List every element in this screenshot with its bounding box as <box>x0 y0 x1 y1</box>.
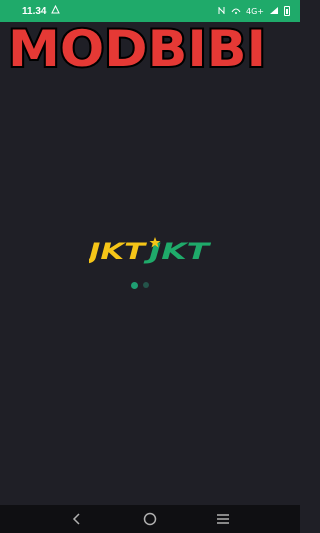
app-logo: JKT JKT <box>89 235 211 265</box>
loading-dot-active <box>131 281 138 289</box>
loading-dot-inactive <box>143 282 149 288</box>
back-button[interactable] <box>65 509 89 529</box>
watermark-logo-image: MODBIBI <box>6 18 268 80</box>
back-icon <box>72 513 80 525</box>
watermark-logo: MODBIBI <box>4 14 274 84</box>
home-button[interactable] <box>138 509 162 529</box>
battery-icon <box>284 6 290 16</box>
navigation-bar <box>0 505 300 533</box>
recents-button[interactable] <box>211 509 235 529</box>
watermark-text: MODBIBI <box>8 20 266 78</box>
logo-text-left: JKT <box>89 240 148 265</box>
loading-indicator <box>131 279 155 291</box>
home-icon <box>143 512 157 526</box>
recents-icon <box>217 514 230 524</box>
app-logo-image: JKT JKT <box>89 237 211 265</box>
